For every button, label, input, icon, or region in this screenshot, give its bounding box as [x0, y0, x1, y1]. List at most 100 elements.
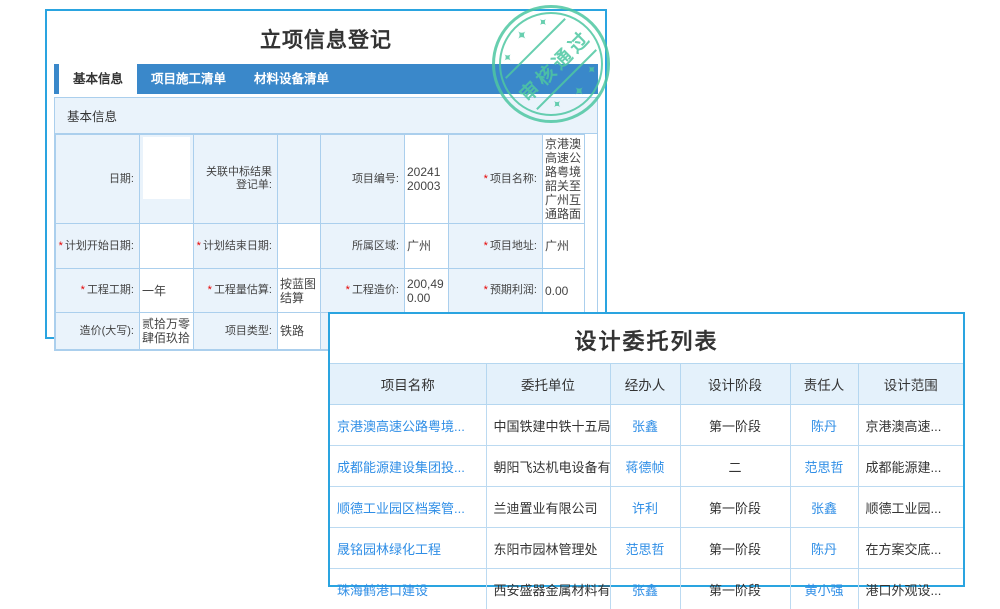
client-name: 西安盛器金属材料有... [486, 569, 610, 609]
project-name-link[interactable]: 京港澳高速公路粤境... [330, 405, 486, 446]
field-label-text: 工程量估算: [214, 284, 272, 297]
field-value-text: 广州 [545, 239, 569, 253]
commission-list-title: 设计委托列表 [330, 324, 963, 356]
field-value-text: 广州 [407, 239, 431, 253]
form-field-label: *项目名称: [449, 135, 543, 224]
handler-name-link[interactable]: 蒋德帧 [610, 446, 680, 487]
form-field-label: 所属区域: [321, 224, 405, 269]
tab-construction-list[interactable]: 项目施工清单 [137, 64, 240, 94]
table-header-row: 项目名称委托单位经办人设计阶段责任人设计范围 [330, 364, 963, 405]
column-header-4: 责任人 [790, 364, 858, 405]
field-value-text: 200,490.00 [407, 277, 444, 305]
tab-material-equipment-list[interactable]: 材料设备清单 [240, 64, 343, 94]
scope-text: 顺德工业园... [858, 487, 963, 528]
required-asterisk: * [208, 284, 212, 297]
field-label-text: 造价(大写): [80, 325, 134, 338]
handler-name-link[interactable]: 张鑫 [610, 405, 680, 446]
table-row: 珠海鹤港口建设西安盛器金属材料有...张鑫第一阶段黄小强港口外观设... [330, 569, 963, 609]
form-field-value[interactable]: 2024120003 [405, 135, 449, 224]
column-header-5: 设计范围 [858, 364, 963, 405]
form-field-label: *计划开始日期: [56, 224, 140, 269]
tab-basic-info[interactable]: 基本信息 [59, 64, 137, 94]
client-name: 东阳市园林管理处 [486, 528, 610, 569]
form-field-value[interactable]: 贰拾万零肆佰玖拾 [140, 313, 194, 350]
form-field-value [278, 224, 321, 269]
scope-text: 在方案交底... [858, 528, 963, 569]
field-label-text: 计划开始日期: [65, 240, 134, 253]
registration-page-title: 立项信息登记 [47, 24, 605, 54]
client-name: 中国铁建中铁十五局... [486, 405, 610, 446]
field-label-text: 计划结束日期: [203, 240, 272, 253]
field-label-text: 所属区域: [352, 240, 399, 253]
form-field-value[interactable]: 0.00 [543, 269, 585, 313]
required-asterisk: * [59, 240, 63, 253]
required-asterisk: * [197, 240, 201, 253]
table-row: 成都能源建设集团投...朝阳飞达机电设备有...蒋德帧二范思哲成都能源建... [330, 446, 963, 487]
form-field-value[interactable]: 广州 [405, 224, 449, 269]
handler-name-link[interactable]: 张鑫 [610, 569, 680, 609]
project-name-link[interactable]: 晟铭园林绿化工程 [330, 528, 486, 569]
required-asterisk: * [484, 240, 488, 253]
owner-name-link[interactable]: 陈丹 [790, 528, 858, 569]
column-header-3: 设计阶段 [680, 364, 790, 405]
field-label-text: 工程造价: [352, 284, 399, 297]
field-value-text: 按蓝图结算 [280, 277, 316, 305]
form-field-value[interactable]: 200,490.00 [405, 269, 449, 313]
form-field-label: *项目地址: [449, 224, 543, 269]
handler-name-link[interactable]: 许利 [610, 487, 680, 528]
form-field-label: 关联中标结果登记单: [194, 135, 278, 224]
date-input[interactable] [143, 137, 190, 199]
field-value-text: 一年 [142, 284, 166, 298]
field-label-text: 关联中标结果登记单: [196, 166, 272, 192]
form-field-label: *工程造价: [321, 269, 405, 313]
project-name-link[interactable]: 珠海鹤港口建设 [330, 569, 486, 609]
stage-label: 第一阶段 [680, 487, 790, 528]
form-field-label: *工程量估算: [194, 269, 278, 313]
commission-list-panel: 设计委托列表 项目名称委托单位经办人设计阶段责任人设计范围 京港澳高速公路粤境.… [328, 312, 965, 587]
form-field-value[interactable]: 京港澳高速公路粤境韶关至广州互通路面 [543, 135, 585, 224]
form-field-value[interactable]: 铁路 [278, 313, 321, 350]
field-label-text: 工程工期: [87, 284, 134, 297]
stage-label: 第一阶段 [680, 528, 790, 569]
field-value-text: 京港澳高速公路粤境韶关至广州互通路面 [545, 137, 581, 221]
commission-table: 项目名称委托单位经办人设计阶段责任人设计范围 京港澳高速公路粤境...中国铁建中… [330, 363, 963, 609]
project-name-link[interactable]: 顺德工业园区档案管... [330, 487, 486, 528]
form-field-value [140, 224, 194, 269]
field-label-text: 预期利润: [490, 284, 537, 297]
field-value-text: 贰拾万零肆佰玖拾 [142, 317, 190, 345]
form-field-value[interactable]: 广州 [543, 224, 585, 269]
owner-name-link[interactable]: 范思哲 [790, 446, 858, 487]
handler-name-link[interactable]: 范思哲 [610, 528, 680, 569]
owner-name-link[interactable]: 张鑫 [790, 487, 858, 528]
scope-text: 京港澳高速... [858, 405, 963, 446]
stage-label: 第一阶段 [680, 405, 790, 446]
project-name-link[interactable]: 成都能源建设集团投... [330, 446, 486, 487]
client-name: 朝阳飞达机电设备有... [486, 446, 610, 487]
form-field-value[interactable]: 一年 [140, 269, 194, 313]
stage-label: 二 [680, 446, 790, 487]
form-field-value [140, 135, 194, 224]
tab-bar: 基本信息 项目施工清单 材料设备清单 [54, 64, 598, 94]
form-field-value [278, 135, 321, 224]
field-label-text: 日期: [109, 173, 134, 186]
required-asterisk: * [81, 284, 85, 297]
scope-text: 港口外观设... [858, 569, 963, 609]
required-asterisk: * [346, 284, 350, 297]
owner-name-link[interactable]: 黄小强 [790, 569, 858, 609]
field-label-text: 项目地址: [490, 240, 537, 253]
column-header-1: 委托单位 [486, 364, 610, 405]
client-name: 兰迪置业有限公司 [486, 487, 610, 528]
form-row: 日期:关联中标结果登记单:项目编号:2024120003*项目名称:京港澳高速公… [56, 135, 585, 224]
owner-name-link[interactable]: 陈丹 [790, 405, 858, 446]
table-row: 晟铭园林绿化工程东阳市园林管理处范思哲第一阶段陈丹在方案交底... [330, 528, 963, 569]
form-field-value[interactable]: 按蓝图结算 [278, 269, 321, 313]
scope-text: 成都能源建... [858, 446, 963, 487]
field-value-text: 0.00 [545, 284, 568, 298]
form-row: *工程工期:一年*工程量估算:按蓝图结算*工程造价:200,490.00*预期利… [56, 269, 585, 313]
form-field-label: 日期: [56, 135, 140, 224]
required-asterisk: * [484, 173, 488, 186]
table-row: 顺德工业园区档案管...兰迪置业有限公司许利第一阶段张鑫顺德工业园... [330, 487, 963, 528]
section-title: 基本信息 [55, 98, 597, 134]
table-row: 京港澳高速公路粤境...中国铁建中铁十五局...张鑫第一阶段陈丹京港澳高速... [330, 405, 963, 446]
registration-panel: 立项信息登记 基本信息 项目施工清单 材料设备清单 基本信息 日期: 关联中标结果… [45, 9, 607, 339]
